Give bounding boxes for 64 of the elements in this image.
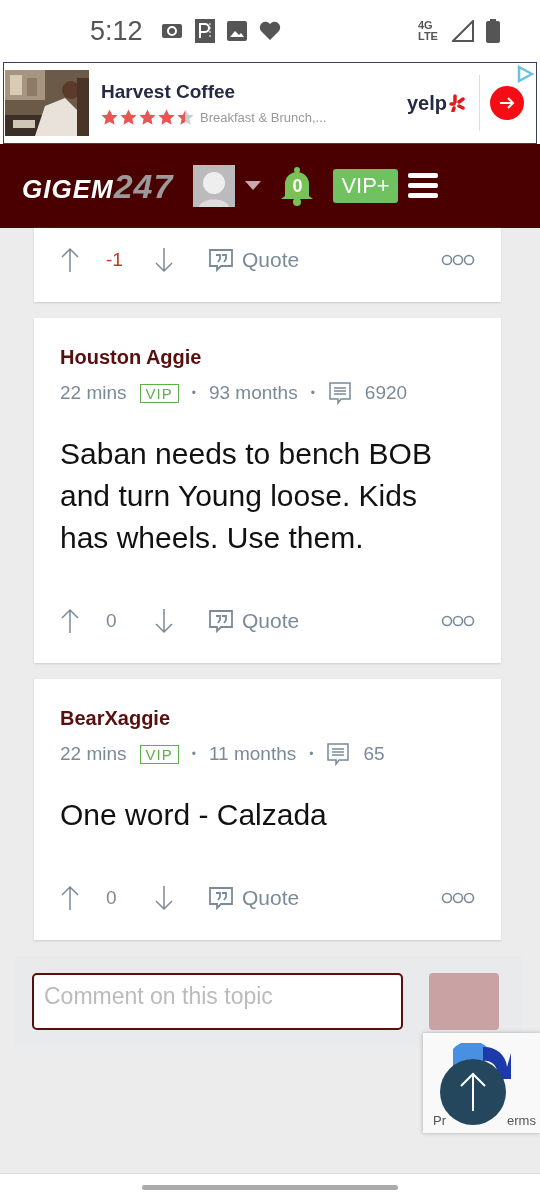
ad-banner[interactable]: Harvest Coffee Breakfast & Brunch,... yelp — [3, 62, 537, 144]
member-tenure: 11 months — [208, 743, 297, 765]
burst-icon — [449, 94, 465, 112]
clock: 5:12 — [90, 15, 143, 47]
post-count: 65 — [363, 743, 385, 765]
quote-button[interactable]: Quote — [208, 886, 300, 910]
adchoices-icon[interactable] — [516, 65, 534, 83]
more-icon[interactable] — [441, 254, 475, 266]
quote-button[interactable]: Quote — [208, 609, 300, 633]
star-icon — [120, 108, 137, 126]
avatar-icon[interactable] — [193, 165, 236, 207]
quote-icon — [208, 609, 234, 633]
signal-icon — [452, 20, 474, 42]
menu-icon[interactable] — [407, 173, 438, 199]
separator-dot: • — [191, 386, 196, 400]
downvote-icon[interactable] — [154, 608, 174, 634]
star-icon — [101, 108, 118, 126]
member-tenure: 93 months — [208, 382, 298, 404]
image-icon — [226, 21, 247, 41]
post-time: 22 mins — [60, 743, 127, 765]
star-icon — [177, 108, 194, 126]
quote-button[interactable]: Quote — [208, 248, 300, 272]
star-icon — [158, 108, 175, 126]
site-logo[interactable]: GIGEM247 — [22, 166, 174, 206]
more-icon[interactable] — [441, 615, 475, 627]
post-time: 22 mins — [60, 382, 127, 404]
separator-dot: • — [309, 747, 314, 761]
arrow-button[interactable] — [490, 86, 524, 120]
separator-dot: • — [310, 386, 315, 400]
downvote-icon[interactable] — [154, 247, 174, 273]
upvote-icon[interactable] — [60, 885, 80, 911]
vip-badge: VIP — [139, 744, 179, 764]
ad-title: Harvest Coffee — [101, 80, 237, 103]
heart-icon — [258, 21, 281, 41]
author-name[interactable]: Houston Aggie — [60, 346, 475, 369]
post-body: One word - Calzada — [60, 797, 328, 833]
privacy-link[interactable]: Pr — [433, 1113, 446, 1128]
home-handle[interactable] — [142, 1184, 398, 1190]
vip-badge: VIP — [139, 383, 179, 403]
downvote-icon[interactable] — [154, 885, 174, 911]
upvote-icon[interactable] — [60, 608, 80, 634]
upvote-icon[interactable] — [60, 247, 80, 273]
vote-score: 0 — [106, 610, 118, 632]
vote-score: 0 — [106, 887, 118, 909]
post-count: 6920 — [364, 382, 408, 404]
battery-icon — [486, 19, 500, 43]
vote-score: -1 — [106, 249, 120, 271]
quote-icon — [208, 248, 234, 272]
comment-field[interactable]: Comment on this topic — [32, 973, 403, 1030]
radio-icon — [160, 22, 183, 40]
more-icon[interactable] — [441, 892, 475, 904]
network-label: 4G LTE — [418, 20, 439, 42]
quote-icon — [208, 886, 234, 910]
parking-icon — [194, 19, 215, 43]
author-name[interactable]: BearXaggie — [60, 707, 475, 730]
post-body: Saban needs to bench BOB and turn Young loose. Kids has wheels. Use them. — [60, 436, 433, 556]
terms-link[interactable]: erms — [507, 1113, 536, 1128]
comment-icon — [326, 742, 351, 766]
star-icon — [139, 108, 156, 126]
caret-icon[interactable] — [245, 181, 262, 191]
separator-dot: • — [191, 747, 196, 761]
ad-brand: yelp — [406, 91, 447, 115]
comment-icon — [327, 381, 352, 405]
ad-category: Breakfast & Brunch,... — [200, 109, 327, 125]
